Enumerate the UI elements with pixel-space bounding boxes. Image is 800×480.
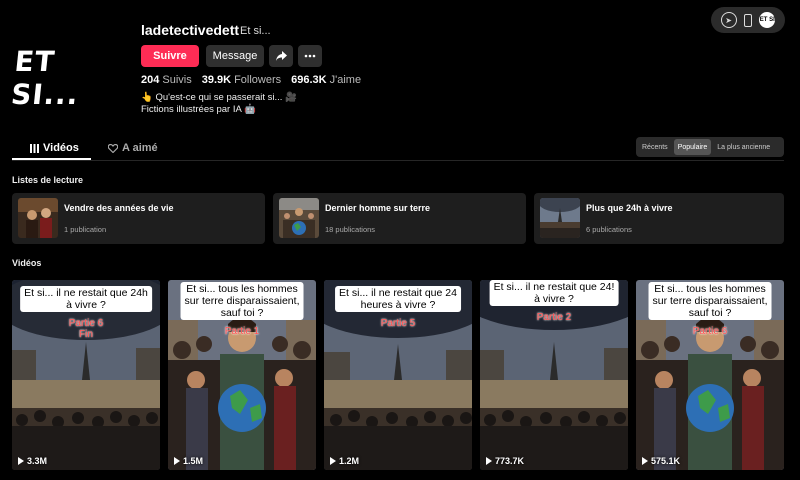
phone-icon[interactable]	[743, 13, 752, 27]
video-card[interactable]: Et si... tous les hommes sur terre dispa…	[636, 280, 784, 470]
play-count: 773.7K	[486, 456, 524, 466]
playlist-title: Plus que 24h à vivre	[586, 203, 673, 213]
video-card[interactable]: Et si... il ne restait que 24h à vivre ?…	[12, 280, 160, 470]
video-part-label: Partie 2	[536, 312, 572, 323]
video-card[interactable]: Et si... tous les hommes sur terre dispa…	[168, 280, 316, 470]
bio-line-1: 👆 Qu'est-ce qui se passerait si... 🎥	[141, 92, 297, 103]
playlist-card[interactable]: Vendre des années de vie 1 publication	[12, 193, 265, 244]
playlist-count: 6 publications	[586, 225, 632, 234]
video-caption: Et si... il ne restait que 24h à vivre ?	[20, 286, 152, 312]
sort-oldest[interactable]: La plus ancienne	[713, 139, 774, 155]
play-count: 3.3M	[18, 456, 47, 466]
video-card[interactable]: Et si... il ne restait que 24 heures à v…	[324, 280, 472, 470]
video-part-label: Partie 1	[224, 326, 260, 337]
stat-followers[interactable]: 39.9K Followers	[202, 74, 281, 86]
sort-popular[interactable]: Populaire	[673, 139, 712, 155]
share-icon	[275, 51, 287, 61]
play-icon	[330, 457, 336, 465]
play-icon	[18, 457, 24, 465]
stat-likes: 696.3K J'aime	[291, 74, 362, 86]
video-caption: Et si... tous les hommes sur terre dispa…	[648, 282, 772, 320]
stat-following[interactable]: 204 Suivis	[141, 74, 192, 86]
follow-button[interactable]: Suivre	[141, 45, 199, 67]
playlist-title: Vendre des années de vie	[64, 203, 174, 213]
video-caption: Et si... tous les hommes sur terre dispa…	[180, 282, 304, 320]
tab-liked[interactable]: A aimé	[108, 142, 158, 154]
video-part-label: Partie 6 Fin	[68, 318, 104, 340]
playlist-count: 18 publications	[325, 225, 376, 234]
bio-line-2: Fictions illustrées par IA 🤖	[141, 104, 256, 115]
more-options-button[interactable]	[298, 45, 322, 67]
top-toolbar: ➤ ET SI	[711, 7, 785, 33]
grid-icon	[30, 143, 39, 153]
play-count: 1.2M	[330, 456, 359, 466]
video-thumbnail	[480, 280, 628, 470]
play-icon	[174, 457, 180, 465]
playlist-thumbnail	[540, 198, 580, 238]
user-avatar-icon[interactable]: ET SI	[759, 12, 776, 28]
play-count: 575.1K	[642, 456, 680, 466]
video-card[interactable]: Et si... il ne restait que 24! à vivre ?…	[480, 280, 628, 470]
play-count: 1.5M	[174, 456, 203, 466]
avatar-logo-text: ET SI...	[9, 45, 81, 111]
tab-divider	[12, 160, 784, 161]
playlist-card[interactable]: Dernier homme sur terre 18 publications	[273, 193, 526, 244]
tab-videos[interactable]: Vidéos	[30, 142, 79, 154]
message-button[interactable]: Message	[206, 45, 264, 67]
profile-stats: 204 Suivis 39.9K Followers 696.3K J'aime	[141, 74, 361, 86]
sort-toggle: Récents Populaire La plus ancienne	[636, 137, 784, 157]
playlist-count: 1 publication	[64, 225, 107, 234]
play-icon	[486, 457, 492, 465]
video-part-label: Partie 6	[692, 326, 728, 337]
heart-lock-icon	[108, 143, 118, 153]
playlist-thumbnail	[279, 198, 319, 238]
share-button[interactable]	[269, 45, 293, 67]
videos-heading: Vidéos	[12, 258, 42, 268]
sort-recent[interactable]: Récents	[638, 139, 672, 155]
play-icon	[642, 457, 648, 465]
username: ladetectivedett	[141, 22, 240, 38]
more-icon	[304, 54, 316, 58]
video-caption: Et si... il ne restait que 24! à vivre ?	[489, 280, 619, 306]
video-part-label: Partie 5	[380, 318, 416, 329]
playlist-thumbnail	[18, 198, 58, 238]
playlists-heading: Listes de lecture	[12, 175, 84, 185]
profile-avatar: ET SI...	[10, 22, 125, 134]
video-caption: Et si... il ne restait que 24 heures à v…	[335, 286, 461, 312]
nickname: Et si...	[240, 25, 271, 37]
playlist-title: Dernier homme sur terre	[325, 203, 431, 213]
playlist-card[interactable]: Plus que 24h à vivre 6 publications	[534, 193, 784, 244]
compass-icon[interactable]: ➤	[720, 12, 737, 28]
